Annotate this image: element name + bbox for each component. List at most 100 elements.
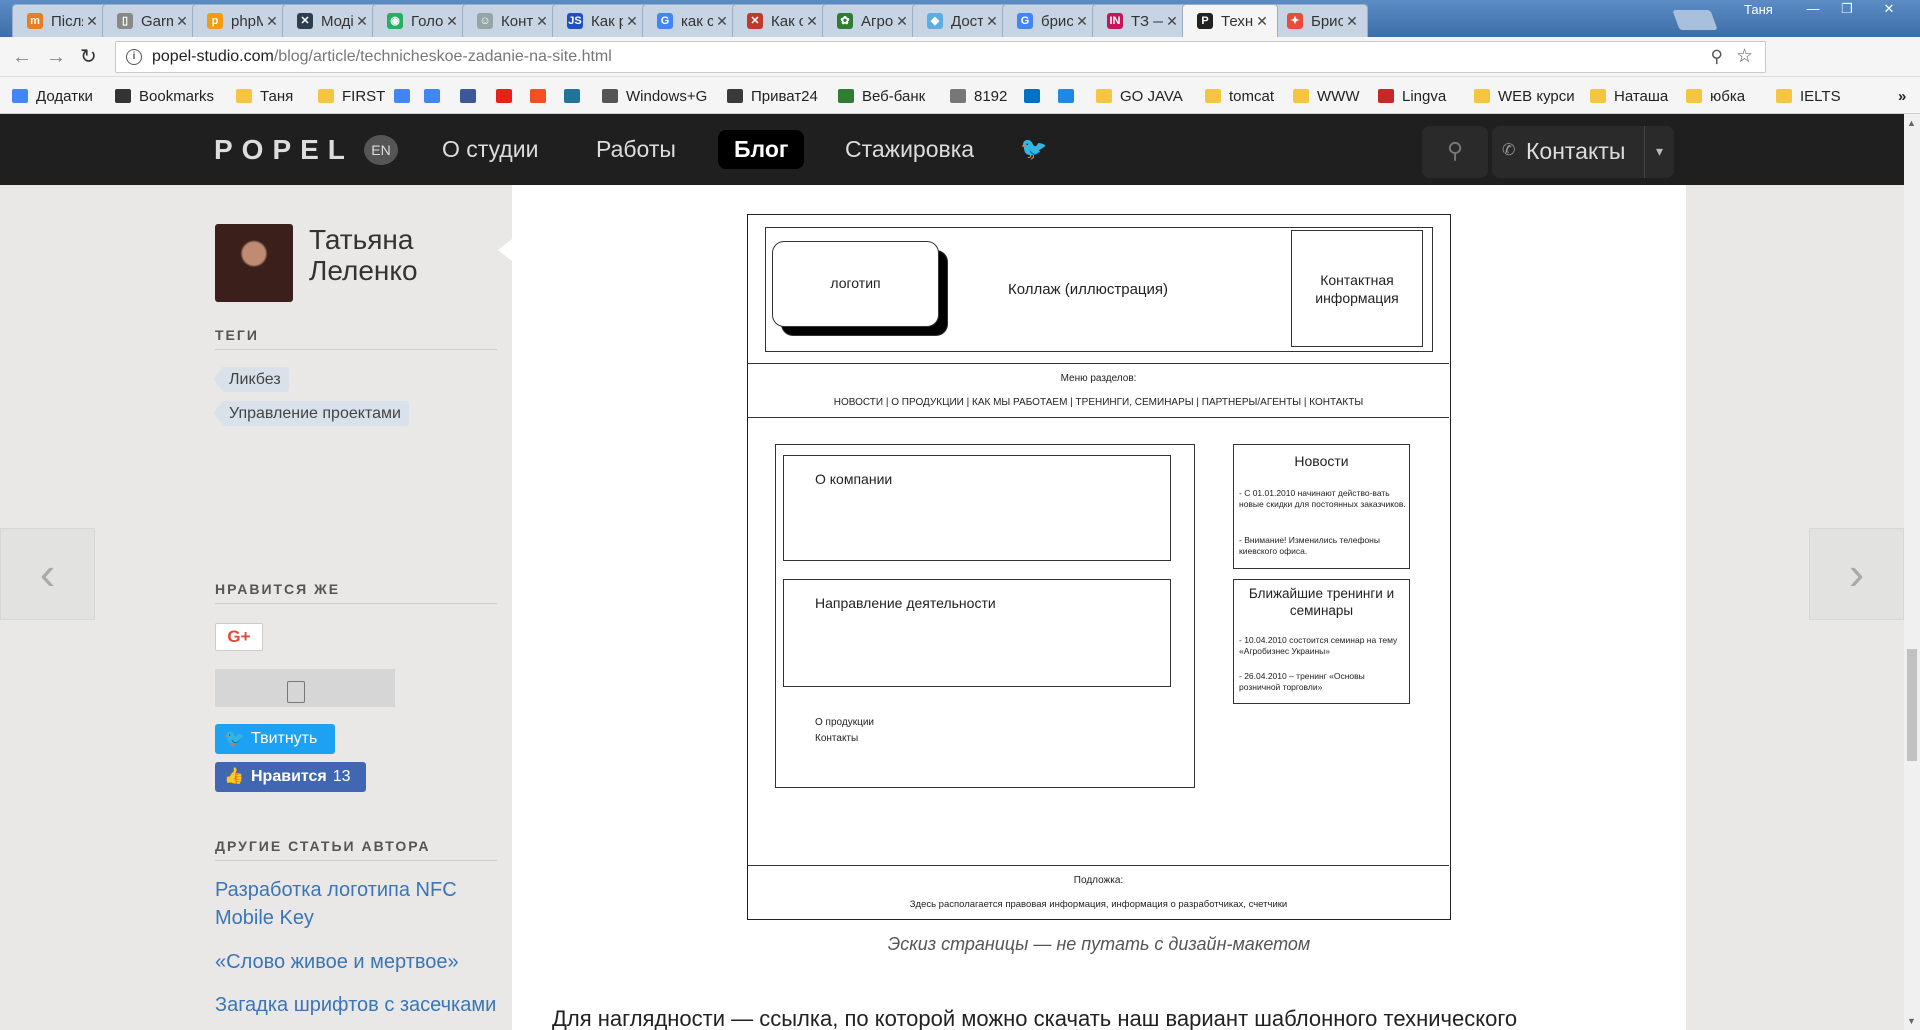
zoom-icon[interactable]: ⚲	[1711, 42, 1723, 72]
bookmark-icon-item[interactable]	[1024, 86, 1048, 106]
browser-tab[interactable]: ✕ Моді ✕	[282, 4, 378, 37]
scroll-down-icon[interactable]: ▼	[1907, 1016, 1916, 1026]
tab-close-icon[interactable]: ✕	[983, 13, 1001, 30]
browser-tab[interactable]: Gкак с ✕	[642, 4, 738, 37]
site-info-icon[interactable]: i	[126, 49, 142, 65]
chevron-down-icon[interactable]: ▾	[1644, 126, 1674, 178]
browser-tab[interactable]: ◉ Голо ✕	[372, 4, 468, 37]
nav-works[interactable]: Работы	[596, 136, 676, 163]
bookmark-item[interactable]: WWW	[1293, 86, 1359, 106]
browser-tab[interactable]: ☺ Конт ✕	[462, 4, 558, 37]
contacts-button[interactable]: ✆ Контакты ▾	[1492, 126, 1674, 178]
tab-close-icon[interactable]: ✕	[1073, 13, 1091, 30]
tab-close-icon[interactable]: ✕	[263, 13, 281, 30]
bookmark-item[interactable]: Bookmarks	[115, 86, 214, 106]
bookmark-icon-item[interactable]	[564, 86, 588, 106]
browser-tab[interactable]: pphpM✕	[192, 4, 288, 37]
prev-article-arrow[interactable]: ‹	[0, 528, 95, 620]
bookmark-item[interactable]: Приват24	[727, 86, 818, 106]
browser-tab[interactable]: ✿ Агро ✕	[822, 4, 918, 37]
language-switch[interactable]: EN	[364, 135, 398, 165]
more-bookmarks-button[interactable]: »	[1898, 86, 1906, 106]
forward-button[interactable]: →	[46, 47, 66, 67]
tab-close-icon[interactable]: ✕	[353, 13, 371, 30]
google-plus-button[interactable]: G+	[215, 623, 263, 651]
browser-tab[interactable]: m Після✕	[12, 4, 108, 37]
back-button[interactable]: ←	[12, 47, 32, 67]
page-scrollbar[interactable]: ▲ ▼	[1904, 114, 1920, 1030]
bookmark-icon-item[interactable]	[496, 86, 520, 106]
bookmark-item[interactable]: Додатки	[12, 86, 93, 106]
tab-close-icon[interactable]: ✕	[1253, 13, 1271, 30]
browser-tab[interactable]: ▯ Garm✕	[102, 4, 198, 37]
bookmark-item[interactable]: GO JAVA	[1096, 86, 1183, 106]
tag-project-management[interactable]: Управление проектами	[213, 401, 409, 426]
bookmark-item[interactable]: Таня	[236, 86, 293, 106]
reload-button[interactable]: ↻	[80, 47, 97, 67]
nav-blog[interactable]: Блог	[718, 130, 805, 169]
bookmark-icon-item[interactable]	[394, 86, 418, 106]
tab-close-icon[interactable]: ✕	[443, 13, 461, 30]
minimize-button[interactable]: —	[1796, 0, 1830, 20]
browser-tab[interactable]: IN ТЗ —✕	[1092, 4, 1188, 37]
tab-close-icon[interactable]: ✕	[893, 13, 911, 30]
share-placeholder[interactable]	[215, 669, 395, 707]
tab-close-icon[interactable]: ✕	[623, 13, 641, 30]
browser-tab[interactable]: ◆ Дост ✕	[912, 4, 1008, 37]
new-tab-button[interactable]	[1672, 10, 1718, 30]
nav-internship[interactable]: Стажировка	[845, 136, 974, 163]
twitter-icon[interactable]: 🐦	[1020, 136, 1047, 162]
site-logo[interactable]: POPEL	[214, 134, 354, 166]
tab-close-icon[interactable]: ✕	[1343, 13, 1361, 30]
scrollbar-thumb[interactable]	[1907, 649, 1917, 761]
tab-close-icon[interactable]: ✕	[173, 13, 191, 30]
other-article-link[interactable]: Загадка шрифтов с засечками	[215, 991, 497, 1019]
sketch-contact-label: Контактная информация	[1315, 272, 1399, 306]
tab-close-icon[interactable]: ✕	[803, 13, 821, 30]
bookmark-item[interactable]: tomcat	[1205, 86, 1274, 106]
bookmark-icon-item[interactable]	[530, 86, 554, 106]
bookmark-icon-item[interactable]	[1058, 86, 1082, 106]
author-avatar[interactable]	[215, 224, 293, 302]
bookmark-icon-item[interactable]	[460, 86, 484, 106]
windows-icon	[530, 89, 546, 103]
bookmark-item[interactable]: Наташа	[1590, 86, 1668, 106]
search-button[interactable]: ⚲	[1422, 126, 1488, 178]
browser-tab[interactable]: P Техн ✕	[1182, 4, 1278, 37]
url-host: popel-studio.com	[152, 48, 274, 65]
restore-button[interactable]: ❐	[1830, 0, 1864, 20]
tab-close-icon[interactable]: ✕	[83, 13, 101, 30]
browser-tab[interactable]: ✦ Брис ✕	[1272, 4, 1368, 37]
bookmark-icon-item[interactable]	[424, 86, 448, 106]
tag-likbez[interactable]: Ликбез	[213, 367, 289, 392]
facebook-like-button[interactable]: 👍 Нравится 13	[215, 762, 366, 792]
bookmark-item[interactable]: Windows+G	[602, 86, 707, 106]
url-bar[interactable]: i popel-studio.com/blog/article/technich…	[115, 41, 1766, 73]
tab-close-icon[interactable]: ✕	[1163, 13, 1181, 30]
bookmark-item[interactable]: юбка	[1686, 86, 1745, 106]
tab-close-icon[interactable]: ✕	[713, 13, 731, 30]
facebook-icon	[460, 89, 476, 103]
next-article-arrow[interactable]: ›	[1809, 528, 1904, 620]
bookmark-star-icon[interactable]: ☆	[1736, 42, 1753, 72]
close-window-button[interactable]: ✕	[1872, 0, 1906, 20]
bookmark-item[interactable]: Веб-банк	[838, 86, 925, 106]
other-article-link[interactable]: Разработка логотипа NFC Mobile Key	[215, 876, 497, 932]
bookmark-item[interactable]: WEB курси	[1474, 86, 1575, 106]
browser-tab[interactable]: Gбрис ✕	[1002, 4, 1098, 37]
scroll-up-icon[interactable]: ▲	[1907, 118, 1916, 128]
tweet-button[interactable]: 🐦 Твитнуть	[215, 724, 335, 754]
bookmark-item[interactable]: FIRST	[318, 86, 385, 106]
bookmark-item[interactable]: Lingva	[1378, 86, 1446, 106]
browser-profile-name[interactable]: Таня	[1744, 2, 1773, 17]
tab-close-icon[interactable]: ✕	[533, 13, 551, 30]
bookmark-item[interactable]: IELTS	[1776, 86, 1841, 106]
browser-tab[interactable]: JS Как р✕	[552, 4, 648, 37]
nav-about[interactable]: О студии	[442, 136, 538, 163]
browser-tab[interactable]: ✕ Как с ✕	[732, 4, 828, 37]
author-last-name: Леленко	[309, 255, 418, 286]
author-name[interactable]: Татьяна Леленко	[309, 224, 418, 286]
bookmark-item[interactable]: 8192	[950, 86, 1007, 106]
other-article-link[interactable]: «Слово живое и мертвое»	[215, 948, 497, 976]
sketch-news-1: - С 01.01.2010 начинают действо-вать нов…	[1239, 488, 1406, 509]
